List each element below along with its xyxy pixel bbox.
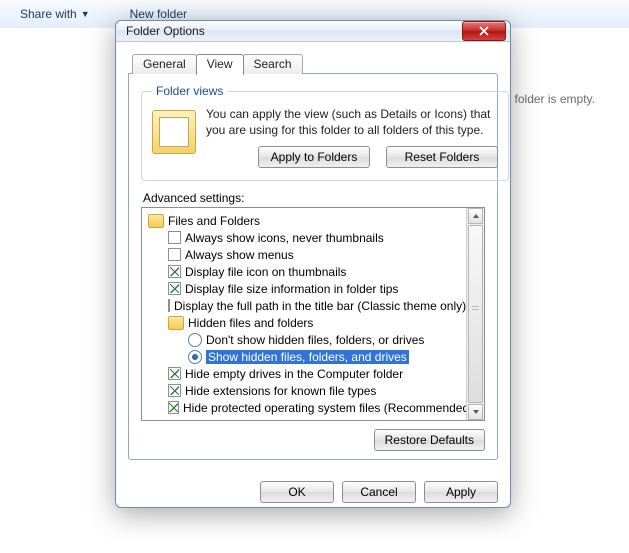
checkbox-icon — [168, 299, 170, 312]
tabstrip: General View Search — [132, 52, 498, 74]
checkbox-icon — [168, 384, 181, 397]
checkbox-icon — [168, 231, 181, 244]
share-with-label: Share with — [20, 7, 77, 21]
close-button[interactable] — [462, 21, 506, 41]
tree-label: Files and Folders — [168, 214, 260, 228]
folder-views-group: Folder views You can apply the view (suc… — [141, 84, 509, 181]
tab-search[interactable]: Search — [243, 54, 303, 74]
tree-label: Don't show hidden files, folders, or dri… — [206, 333, 424, 347]
tree-label: Hide extensions for known file types — [185, 384, 376, 398]
dialog-client: General View Search Folder views You can… — [116, 42, 510, 471]
tree-label: Display the full path in the title bar (… — [174, 299, 466, 313]
folder-options-dialog: Folder Options General View Search Folde… — [115, 20, 511, 508]
folder-views-desc: You can apply the view (such as Details … — [206, 106, 498, 138]
close-icon — [479, 26, 489, 36]
cancel-button[interactable]: Cancel — [342, 481, 416, 503]
tree-label: Hidden files and folders — [188, 316, 313, 330]
reset-folders-button[interactable]: Reset Folders — [386, 146, 498, 168]
folder-preview-icon — [152, 110, 196, 154]
radio-icon — [188, 350, 202, 364]
opt-display-full-path[interactable]: Display the full path in the title bar (… — [144, 297, 464, 314]
new-folder-button[interactable]: New folder — [130, 7, 187, 21]
tab-view-panel: Folder views You can apply the view (suc… — [128, 73, 498, 460]
advanced-settings-tree: Files and Folders Always show icons, nev… — [141, 207, 485, 421]
chevron-down-icon: ▼ — [81, 9, 90, 19]
apply-button[interactable]: Apply — [424, 481, 498, 503]
tree-root-files-folders[interactable]: Files and Folders — [144, 212, 464, 229]
opt-always-show-menus[interactable]: Always show menus — [144, 246, 464, 263]
dialog-footer: OK Cancel Apply — [116, 471, 510, 515]
opt-display-file-size[interactable]: Display file size information in folder … — [144, 280, 464, 297]
scroll-down-icon[interactable] — [468, 404, 483, 420]
tab-view[interactable]: View — [196, 54, 244, 75]
folder-icon — [148, 214, 164, 228]
tree-label: Show hidden files, folders, and drives — [206, 350, 409, 364]
opt-always-show-icons[interactable]: Always show icons, never thumbnails — [144, 229, 464, 246]
tree-label: Display file size information in folder … — [185, 282, 398, 296]
radio-icon — [188, 333, 202, 347]
tree-label: Always show menus — [185, 248, 294, 262]
scroll-up-icon[interactable] — [468, 208, 483, 224]
ok-button[interactable]: OK — [260, 481, 334, 503]
tree-label: Always show icons, never thumbnails — [185, 231, 384, 245]
checkbox-icon — [168, 282, 181, 295]
tree-viewport[interactable]: Files and Folders Always show icons, nev… — [142, 208, 466, 420]
tree-label: Hide empty drives in the Computer folder — [185, 367, 403, 381]
opt-hide-empty-drives[interactable]: Hide empty drives in the Computer folder — [144, 365, 464, 382]
group-hidden-files[interactable]: Hidden files and folders — [144, 314, 464, 331]
radio-dont-show-hidden[interactable]: Don't show hidden files, folders, or dri… — [144, 331, 464, 348]
tree-label: Hide protected operating system files (R… — [183, 401, 466, 415]
tab-general[interactable]: General — [132, 54, 197, 74]
scroll-thumb[interactable] — [468, 225, 483, 403]
restore-defaults-button[interactable]: Restore Defaults — [374, 429, 485, 451]
apply-to-folders-button[interactable]: Apply to Folders — [258, 146, 370, 168]
folder-icon — [168, 316, 184, 330]
checkbox-icon — [168, 248, 181, 261]
titlebar: Folder Options — [116, 21, 510, 42]
radio-show-hidden[interactable]: Show hidden files, folders, and drives — [144, 348, 464, 365]
share-with-menu[interactable]: Share with ▼ — [20, 7, 90, 21]
folder-views-legend: Folder views — [152, 84, 227, 98]
opt-hide-extensions[interactable]: Hide extensions for known file types — [144, 382, 464, 399]
checkbox-icon — [168, 367, 181, 380]
opt-display-file-icon[interactable]: Display file icon on thumbnails — [144, 263, 464, 280]
advanced-settings-label: Advanced settings: — [143, 191, 485, 205]
tree-label: Display file icon on thumbnails — [185, 265, 346, 279]
opt-hide-protected-os-files[interactable]: Hide protected operating system files (R… — [144, 399, 464, 416]
checkbox-icon — [168, 401, 179, 414]
empty-folder-text: s folder is empty. — [505, 92, 595, 106]
tree-scrollbar[interactable] — [466, 208, 484, 420]
checkbox-icon — [168, 265, 181, 278]
dialog-title: Folder Options — [126, 24, 205, 38]
